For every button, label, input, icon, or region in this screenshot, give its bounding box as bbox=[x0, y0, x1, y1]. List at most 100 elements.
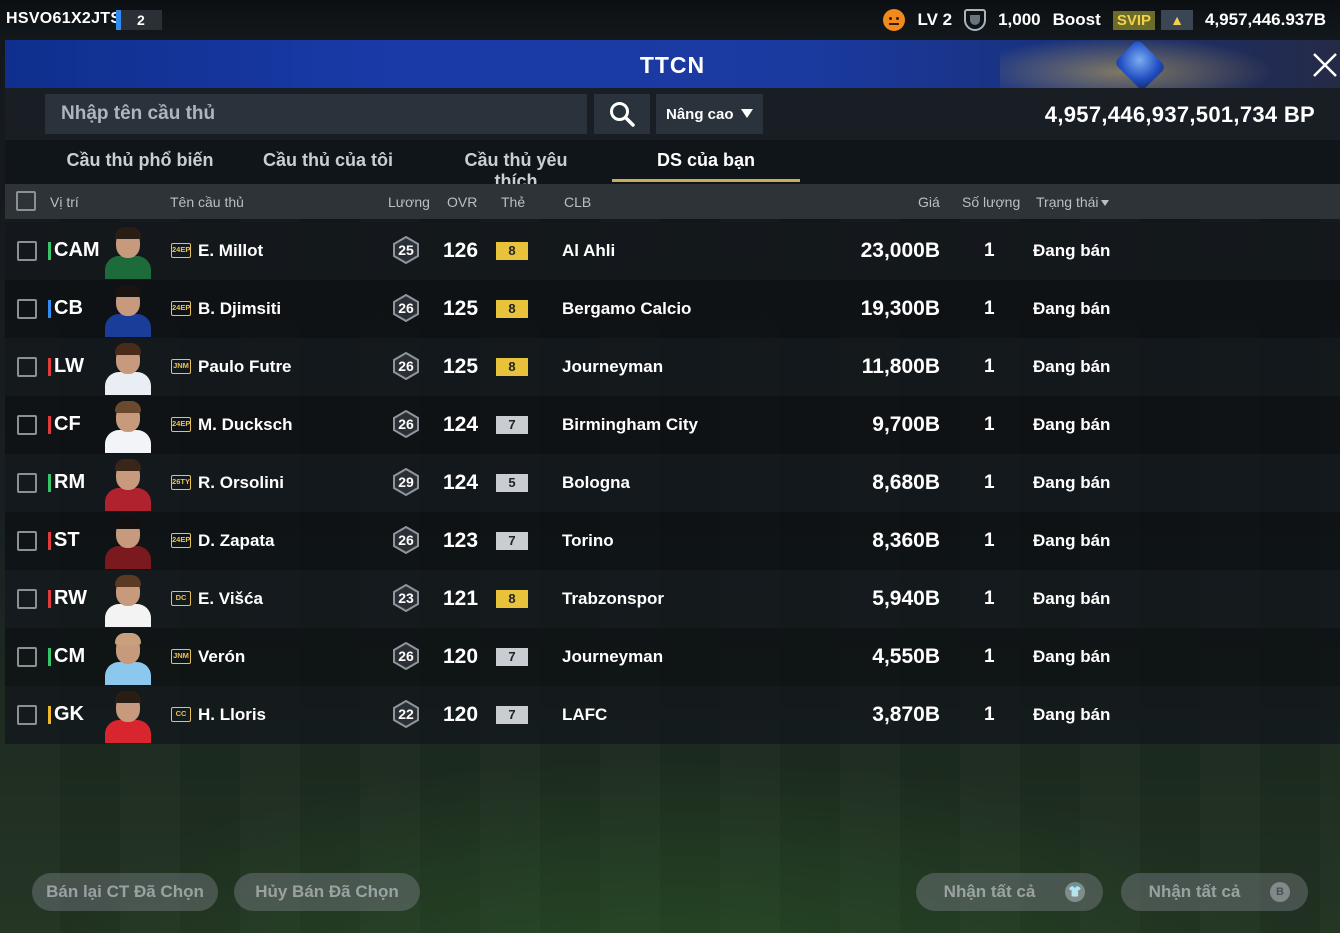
wage-badge: 25 bbox=[392, 236, 420, 264]
player-avatar bbox=[101, 689, 155, 743]
player-ovr: 125 bbox=[443, 297, 479, 320]
listing-price: 19,300B bbox=[860, 297, 940, 320]
player-name[interactable]: B. Djimsiti bbox=[198, 299, 281, 319]
player-name[interactable]: D. Zapata bbox=[198, 531, 275, 551]
avatar-shirt bbox=[105, 488, 151, 511]
wage-badge: 26 bbox=[392, 352, 420, 380]
wage-value: 26 bbox=[398, 358, 414, 374]
close-icon[interactable] bbox=[1308, 48, 1340, 80]
player-name[interactable]: H. Lloris bbox=[198, 705, 266, 725]
tab-your-list[interactable]: DS của bạn bbox=[612, 150, 800, 171]
table-row[interactable]: LW JNM Paulo Futre 26 125 8 Journeyman 1… bbox=[5, 338, 1340, 396]
table-row[interactable]: ST 24EP D. Zapata 26 123 7 Torino 8,360B… bbox=[5, 512, 1340, 570]
position-color-bar bbox=[48, 416, 51, 434]
player-name[interactable]: R. Orsolini bbox=[198, 473, 284, 493]
card-level-badge: 7 bbox=[496, 532, 528, 550]
player-name[interactable]: Verón bbox=[198, 647, 245, 667]
card-level-badge: 8 bbox=[496, 242, 528, 260]
wage-badge: 23 bbox=[392, 584, 420, 612]
card-level-badge: 7 bbox=[496, 706, 528, 724]
col-club: CLB bbox=[564, 194, 592, 210]
level-badge-bar bbox=[116, 10, 121, 30]
season-badge: 24EP bbox=[171, 417, 191, 432]
listing-status: Đang bán bbox=[1033, 415, 1111, 434]
upgrade-arrow-icon[interactable]: ▲ bbox=[1161, 10, 1193, 30]
cancel-selected-button[interactable]: Hủy Bán Đã Chọn bbox=[234, 873, 420, 911]
sort-down-icon bbox=[1100, 200, 1109, 207]
avatar-hair bbox=[115, 285, 141, 297]
player-position: GK bbox=[54, 703, 84, 725]
row-checkbox[interactable] bbox=[17, 415, 37, 435]
table-row[interactable]: CM JNM Verón 26 120 7 Journeyman 4,550B … bbox=[5, 628, 1340, 686]
player-listing-table: CAM 24EP E. Millot 25 126 8 Al Ahli 23,0… bbox=[5, 222, 1340, 744]
player-avatar bbox=[101, 225, 155, 279]
row-checkbox[interactable] bbox=[17, 589, 37, 609]
wage-badge: 22 bbox=[392, 700, 420, 728]
row-checkbox[interactable] bbox=[17, 647, 37, 667]
listing-quantity: 1 bbox=[984, 530, 995, 551]
player-position: LW bbox=[54, 355, 84, 377]
search-button[interactable] bbox=[594, 94, 650, 134]
shirt-icon: 👕 bbox=[1065, 882, 1085, 902]
player-name[interactable]: Paulo Futre bbox=[198, 357, 292, 377]
table-row[interactable]: CAM 24EP E. Millot 25 126 8 Al Ahli 23,0… bbox=[5, 222, 1340, 280]
listing-price: 23,000B bbox=[860, 239, 940, 262]
player-ovr: 120 bbox=[443, 703, 479, 726]
row-checkbox[interactable] bbox=[17, 299, 37, 319]
listing-quantity: 1 bbox=[984, 704, 995, 725]
advanced-dropdown[interactable]: Nâng cao bbox=[656, 94, 763, 134]
table-row[interactable]: GK CC H. Lloris 22 120 7 LAFC 3,870B 1 Đ… bbox=[5, 686, 1340, 744]
table-row[interactable]: CB 24EP B. Djimsiti 26 125 8 Bergamo Cal… bbox=[5, 280, 1340, 338]
listing-price: 3,870B bbox=[872, 703, 940, 726]
listing-quantity: 1 bbox=[984, 240, 995, 261]
boost-label[interactable]: Boost bbox=[1053, 10, 1101, 30]
player-name[interactable]: E. Millot bbox=[198, 241, 263, 261]
resell-selected-button[interactable]: Bán lại CT Đã Chọn bbox=[32, 873, 218, 911]
listing-status: Đang bán bbox=[1033, 705, 1111, 724]
select-all-checkbox[interactable] bbox=[16, 191, 36, 211]
tab-my-players[interactable]: Cầu thủ của tôi bbox=[258, 150, 398, 171]
tab-popular-players[interactable]: Cầu thủ phổ biến bbox=[65, 150, 215, 171]
season-badge: 24EP bbox=[171, 243, 191, 258]
player-position: ST bbox=[54, 529, 80, 551]
wage-value: 25 bbox=[398, 242, 414, 258]
avatar-hair bbox=[115, 459, 141, 471]
listing-quantity: 1 bbox=[984, 414, 995, 435]
wage-value: 26 bbox=[398, 648, 414, 664]
listing-quantity: 1 bbox=[984, 356, 995, 377]
table-row[interactable]: RW DC E. Višća 23 121 8 Trabzonspor 5,94… bbox=[5, 570, 1340, 628]
receive-all-players-button[interactable]: Nhận tất cả 👕 bbox=[916, 873, 1103, 911]
player-name[interactable]: M. Ducksch bbox=[198, 415, 292, 435]
wage-value: 26 bbox=[398, 532, 414, 548]
player-club: Al Ahli bbox=[562, 241, 616, 260]
col-player-name: Tên cầu thủ bbox=[170, 194, 244, 210]
player-name[interactable]: E. Višća bbox=[198, 589, 263, 609]
wage-badge: 29 bbox=[392, 468, 420, 496]
wage-value: 26 bbox=[398, 300, 414, 316]
table-row[interactable]: RM 26TY R. Orsolini 29 124 5 Bologna 8,6… bbox=[5, 454, 1340, 512]
svip-badge[interactable]: SVIP bbox=[1112, 10, 1155, 30]
card-level-badge: 8 bbox=[496, 590, 528, 608]
receive-all-label: Nhận tất cả bbox=[943, 882, 1036, 901]
col-status-sort[interactable]: Trạng thái bbox=[1036, 194, 1109, 210]
row-checkbox[interactable] bbox=[17, 357, 37, 377]
card-level-badge: 8 bbox=[496, 300, 528, 318]
player-position: RW bbox=[54, 587, 87, 609]
listing-status: Đang bán bbox=[1033, 531, 1111, 550]
player-avatar bbox=[101, 573, 155, 627]
search-input[interactable] bbox=[45, 94, 587, 134]
listing-price: 8,360B bbox=[872, 529, 940, 552]
row-checkbox[interactable] bbox=[17, 531, 37, 551]
coins-value: 4,957,446.937B bbox=[1205, 10, 1326, 29]
table-row[interactable]: CF 24EP M. Ducksch 26 124 7 Birmingham C… bbox=[5, 396, 1340, 454]
avatar-hair bbox=[115, 401, 141, 413]
wage-badge: 26 bbox=[392, 642, 420, 670]
receive-all-coins-button[interactable]: Nhận tất cả B bbox=[1121, 873, 1308, 911]
row-checkbox[interactable] bbox=[17, 241, 37, 261]
season-badge: CC bbox=[171, 707, 191, 722]
row-checkbox[interactable] bbox=[17, 473, 37, 493]
row-checkbox[interactable] bbox=[17, 705, 37, 725]
col-card: Thẻ bbox=[501, 194, 526, 210]
avatar-hair bbox=[115, 227, 141, 239]
level-badge: 2 bbox=[116, 10, 162, 30]
